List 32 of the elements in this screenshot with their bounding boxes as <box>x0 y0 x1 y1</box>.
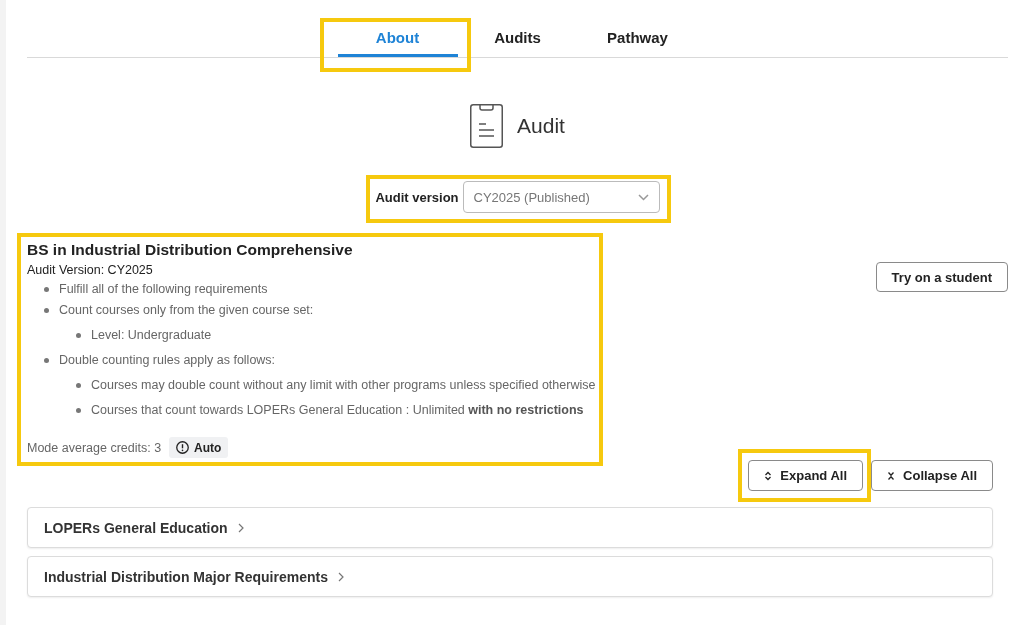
alert-icon <box>176 441 190 454</box>
clipboard-icon <box>470 104 504 148</box>
section-accordion[interactable]: Industrial Distribution Major Requirements <box>27 556 993 597</box>
field-label: Audit version <box>375 189 459 205</box>
tab[interactable]: About <box>337 22 458 57</box>
rule-text: Double counting rules apply as follows: <box>59 352 276 369</box>
credits-text: Mode average credits: 3 <box>27 440 162 455</box>
rule-text: Fulfill all of the following requirements <box>59 281 268 298</box>
expand-icon <box>764 470 773 481</box>
rule-text: Courses that count towards LOPERs General Education : Unlimited with no restrictions <box>91 402 584 419</box>
rule-text: Level: Undergraduate <box>91 327 212 344</box>
bullet-icon <box>76 383 81 388</box>
rule-text: Courses may double count without any limit with other programs unless specified otherwise <box>91 377 596 394</box>
tab[interactable]: Pathway <box>577 22 698 57</box>
bullet-icon <box>76 333 81 338</box>
bullet-icon <box>44 287 49 292</box>
tab[interactable]: Audits <box>457 22 578 57</box>
section-accordion[interactable]: LOPERs General Education <box>27 507 993 548</box>
audit-version-text: Audit Version: CY2025 <box>27 262 154 279</box>
bullet-icon <box>76 408 81 413</box>
bullet-icon <box>44 358 49 363</box>
page-heading: Audit <box>517 114 565 138</box>
bullet-icon <box>44 308 49 313</box>
mode-label: Auto <box>194 440 222 455</box>
rule-text: Count courses only from the given course set: <box>59 302 314 319</box>
try-on-student-button[interactable]: Try on a student <box>875 262 1008 292</box>
collapse-icon <box>887 470 896 481</box>
collapse-all-button[interactable]: Collapse All <box>871 460 993 491</box>
program-title: BS in Industrial Distribution Comprehensive <box>27 240 354 260</box>
chevron-down-icon <box>637 193 649 201</box>
version-select[interactable]: CY2025 (Published) <box>462 181 660 213</box>
expand-all-button[interactable]: Expand All <box>748 460 864 491</box>
